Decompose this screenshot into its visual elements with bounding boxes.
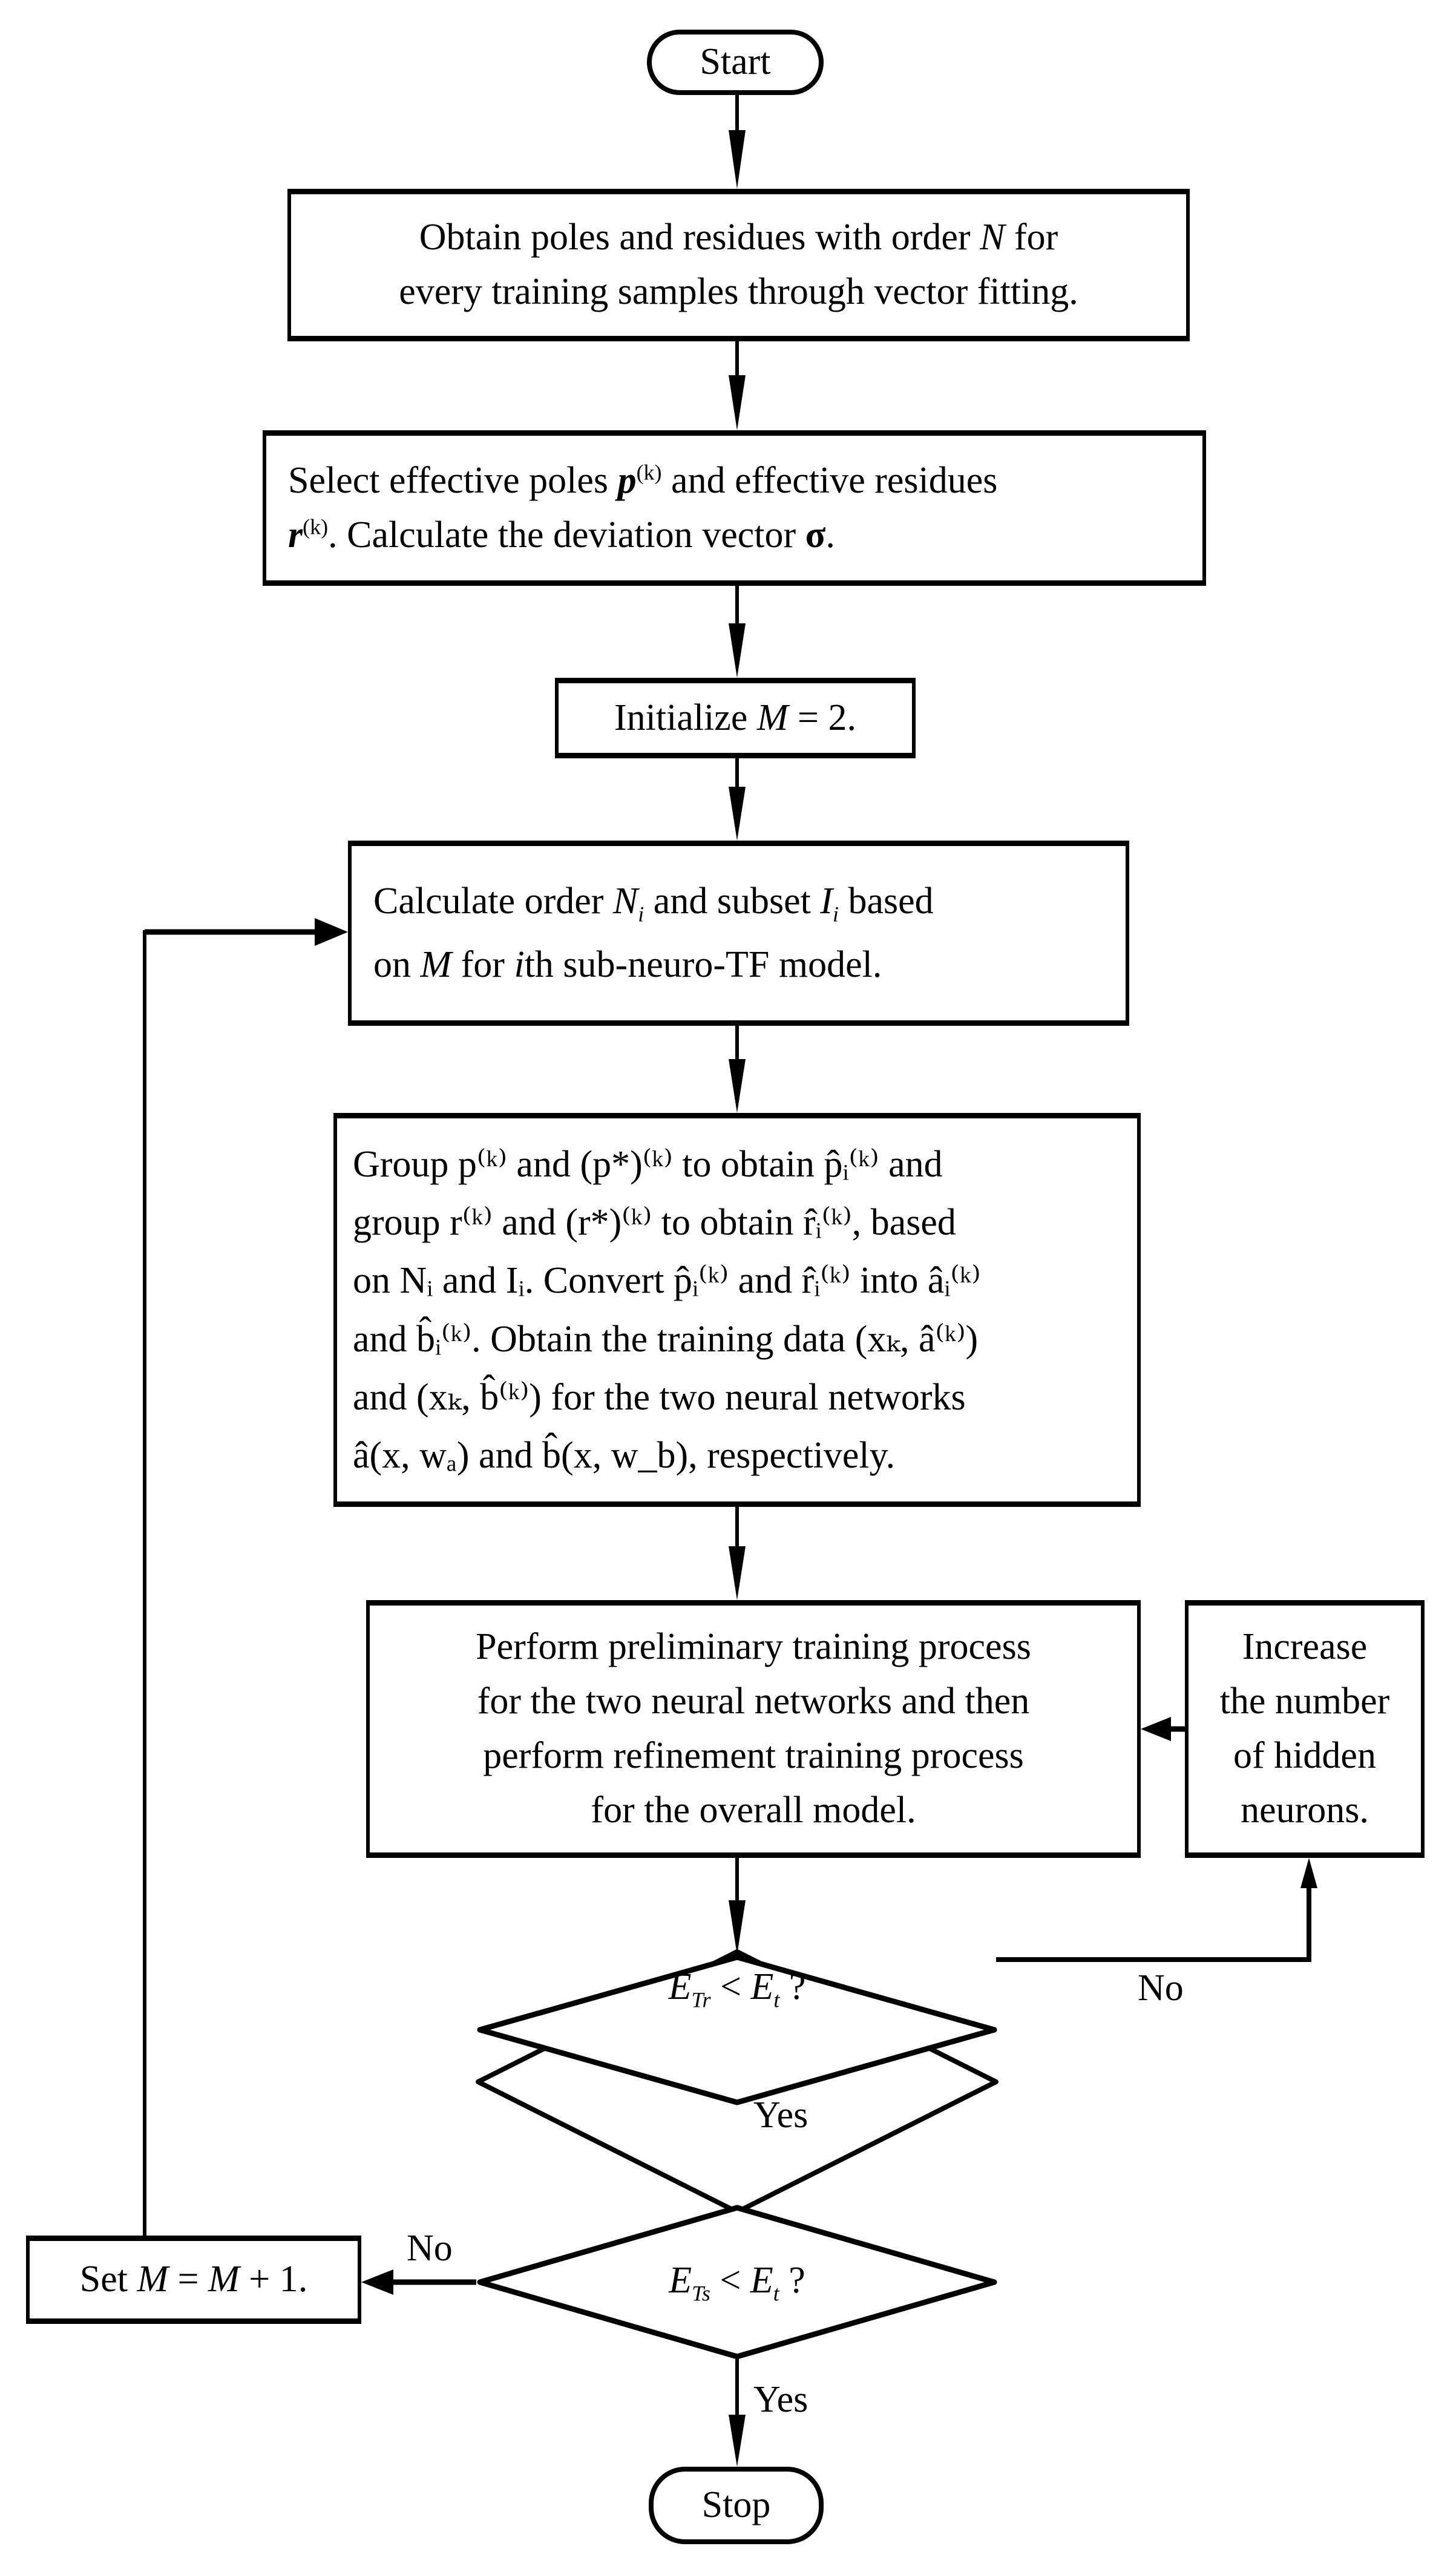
decision-train-error-label: ETr < Et ? (537, 1934, 937, 2042)
step-text: and subset (644, 880, 821, 922)
training-line: perform refinement training process (483, 1735, 1024, 1776)
arrowhead (729, 1546, 746, 1600)
step-select-effective: Select effective poles p(k) and effectiv… (263, 430, 1206, 586)
step-increase-neurons: Increase the number of hidden neurons. (1185, 1600, 1425, 1858)
edge-label-test-no: No (407, 2228, 453, 2269)
arrowhead (729, 375, 746, 430)
increase-line: neurons. (1241, 1789, 1369, 1831)
arrowhead (729, 623, 746, 678)
step-text: . Calculate the deviation vector (328, 514, 805, 556)
var-E: E (750, 1966, 774, 2008)
training-line: for the overall model. (591, 1789, 916, 1831)
var-E: E (668, 1966, 692, 2008)
edge-label-train-no: No (1138, 1967, 1184, 2009)
var-p: p (617, 459, 637, 501)
question-mark: ? (779, 1966, 806, 2008)
step-training: Perform preliminary training process for… (366, 1600, 1141, 1858)
step-text: Obtain poles and residues with order (419, 217, 980, 258)
group-line: Group p⁽ᵏ⁾ and (p*)⁽ᵏ⁾ to obtain p̂ᵢ⁽ᵏ⁾ … (353, 1144, 943, 1186)
var-M: M (137, 2259, 169, 2300)
var-N: N (980, 217, 1005, 258)
step-set-m: Set M = M + 1. (26, 2236, 361, 2324)
superscript: (k) (636, 459, 662, 484)
var-E: E (669, 2260, 692, 2302)
increase-line: the number (1219, 1681, 1390, 1722)
group-line: group r⁽ᵏ⁾ and (r*)⁽ᵏ⁾ to obtain r̂ᵢ⁽ᵏ⁾,… (353, 1202, 956, 1244)
edge-label-train-yes: Yes (753, 2095, 808, 2136)
question-mark: ? (779, 2260, 805, 2302)
var-sigma: σ (805, 514, 826, 556)
operator: = (168, 2259, 209, 2300)
training-line: for the two neural networks and then (477, 1681, 1030, 1722)
step-group-poles-residues: Group p⁽ᵏ⁾ and (p*)⁽ᵏ⁾ to obtain p̂ᵢ⁽ᵏ⁾ … (333, 1113, 1141, 1507)
arrowhead (1141, 1717, 1171, 1741)
var-I: I (820, 880, 833, 922)
stop-label: Stop (701, 2484, 771, 2526)
step-text: + 1. (239, 2259, 308, 2300)
step-text: on (373, 944, 421, 985)
step-initialize: Initialize M = 2. (555, 678, 916, 758)
step-text: Set (79, 2259, 137, 2300)
decision-test-error-label: ETs < Et ? (537, 2227, 937, 2336)
var-M: M (756, 697, 789, 738)
operator: < (710, 1966, 751, 2008)
group-line: and b̂ᵢ⁽ᵏ⁾. Obtain the training data (xₖ… (353, 1318, 979, 1360)
subscript: Ts (692, 2281, 710, 2306)
start-label: Start (700, 41, 771, 83)
var-E: E (750, 2260, 773, 2302)
stop-terminal: Stop (649, 2467, 824, 2544)
arrowhead (361, 2269, 393, 2295)
subscript: t (773, 2281, 779, 2306)
var-i: i (514, 944, 525, 985)
arrowhead (729, 2415, 746, 2467)
operator: < (710, 2260, 750, 2302)
var-r: r (288, 514, 303, 556)
edge-setm-loop-to-calc (143, 930, 321, 2236)
superscript: (k) (303, 514, 329, 539)
step-vector-fitting: Obtain poles and residues with order N f… (287, 189, 1190, 341)
group-line: on Nᵢ and Iᵢ. Convert p̂ᵢ⁽ᵏ⁾ and r̂ᵢ⁽ᵏ⁾ … (353, 1260, 981, 1302)
var-M: M (420, 944, 452, 985)
subscript: Tr (691, 1987, 711, 2012)
edge-d1-no-to-increase (996, 1888, 1311, 1962)
step-text: for (451, 944, 514, 985)
arrowhead (315, 918, 348, 946)
group-line: â(x, wₐ) and b̂(x, w_b), respectively. (353, 1434, 896, 1476)
step-calculate-order: Calculate order Ni and subset Ii based o… (348, 841, 1129, 1026)
edge-label-test-yes: Yes (753, 2379, 808, 2420)
step-text: for (1005, 217, 1058, 258)
step-text: = 2. (788, 697, 856, 738)
subscript: i (638, 902, 644, 926)
training-line: Perform preliminary training process (476, 1626, 1031, 1668)
step-text: Calculate order (373, 880, 613, 922)
start-terminal: Start (647, 30, 824, 95)
arrowhead (729, 130, 746, 189)
group-line: and (xₖ, b̂⁽ᵏ⁾) for the two neural netwo… (353, 1376, 966, 1418)
arrowhead (729, 1059, 746, 1113)
increase-line: of hidden (1233, 1735, 1376, 1776)
arrowhead (1300, 1858, 1317, 1888)
step-text: every training samples through vector fi… (399, 271, 1078, 312)
step-text: Initialize (614, 697, 757, 738)
increase-line: Increase (1242, 1626, 1368, 1668)
arrowhead (729, 787, 746, 841)
step-text: Select effective poles (288, 459, 618, 501)
subscript: t (773, 1987, 780, 2012)
var-N: N (612, 880, 638, 922)
step-text: and effective residues (661, 459, 998, 501)
var-M: M (208, 2259, 240, 2300)
step-text: th sub-neuro-TF model. (524, 944, 882, 985)
step-text: . (825, 514, 835, 556)
step-text: based (839, 880, 934, 922)
subscript: i (832, 902, 839, 926)
